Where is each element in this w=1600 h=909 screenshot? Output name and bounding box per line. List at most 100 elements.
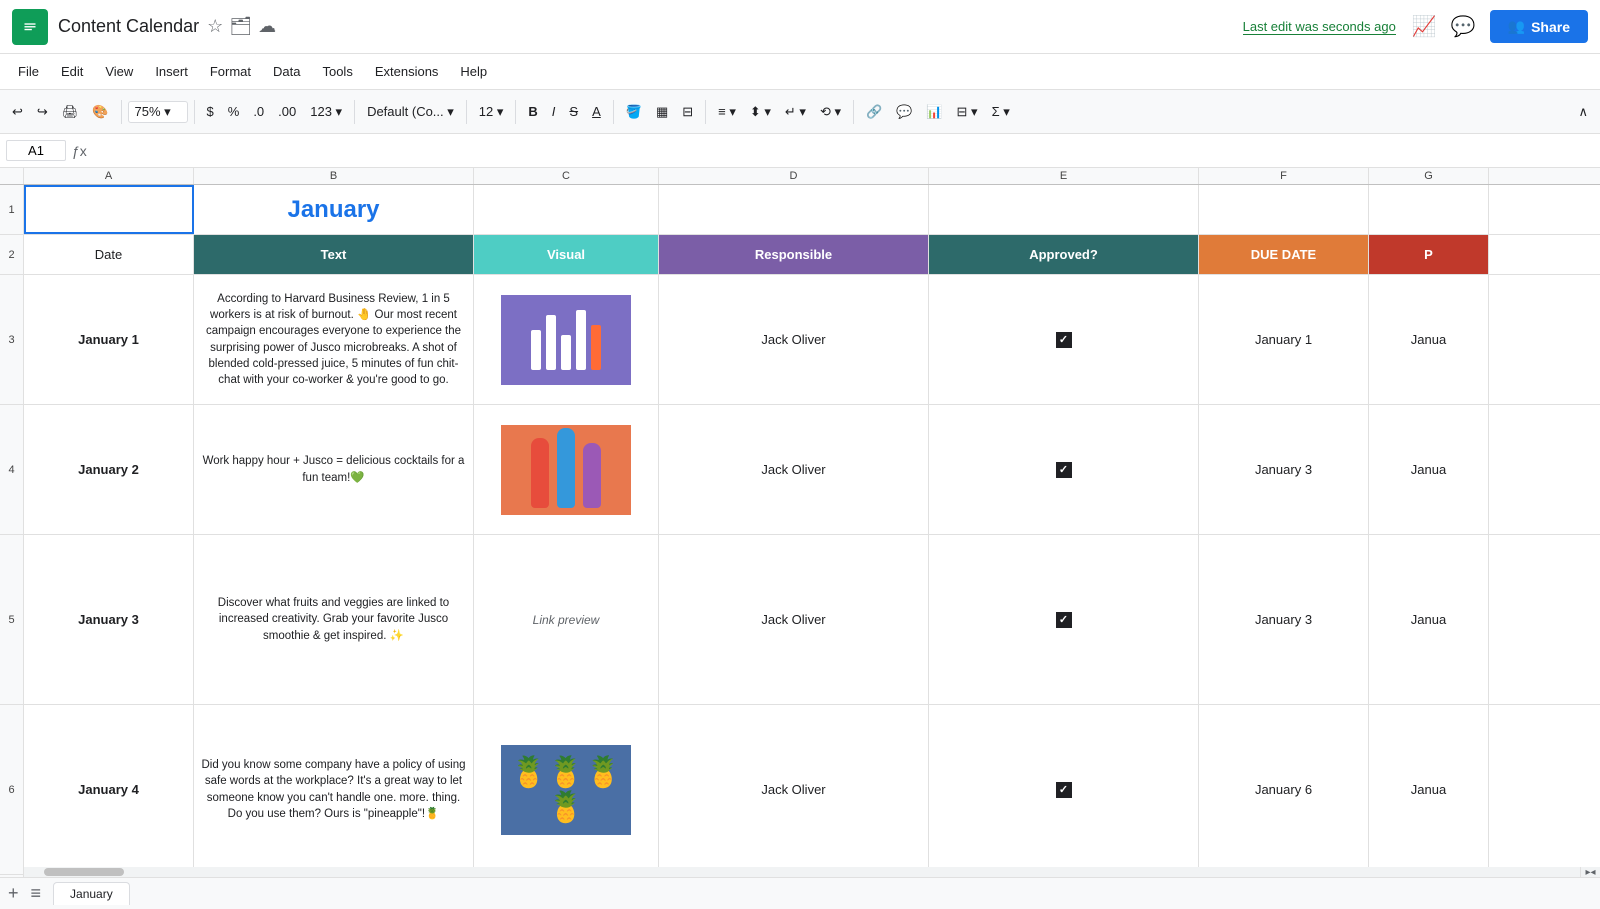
cell-f1[interactable] xyxy=(1199,185,1369,234)
col-header-g[interactable]: G xyxy=(1369,168,1489,184)
comment-button[interactable]: 💬 xyxy=(890,100,918,124)
cloud-icon[interactable]: ☁ xyxy=(258,16,276,37)
cell-reference[interactable]: A1 xyxy=(6,140,66,161)
cell-visual-jan1[interactable] xyxy=(474,275,659,404)
cell-duedate-jan1[interactable]: January 1 xyxy=(1199,275,1369,404)
italic-button[interactable]: I xyxy=(546,100,562,123)
zoom-control[interactable]: 75% ▾ xyxy=(128,101,188,123)
col-header-f[interactable]: F xyxy=(1199,168,1369,184)
cell-visual-jan4[interactable]: 🍍🍍🍍🍍 xyxy=(474,705,659,874)
decimal-dec-button[interactable]: .0 xyxy=(247,100,270,123)
menu-help[interactable]: Help xyxy=(450,60,497,83)
menu-extensions[interactable]: Extensions xyxy=(365,60,449,83)
hide-toolbar-button[interactable]: ∧ xyxy=(1572,100,1594,124)
strikethrough-button[interactable]: S xyxy=(563,100,584,123)
col-header-b[interactable]: B xyxy=(194,168,474,184)
cell-d1[interactable] xyxy=(659,185,929,234)
cell-c1[interactable] xyxy=(474,185,659,234)
currency-button[interactable]: $ xyxy=(201,100,220,123)
print-button[interactable]: 🖨 xyxy=(56,100,85,124)
cell-p-jan4[interactable]: Janua xyxy=(1369,705,1489,874)
col-header-c[interactable]: C xyxy=(474,168,659,184)
cell-visual-jan2[interactable] xyxy=(474,405,659,534)
cell-b1[interactable]: January xyxy=(194,185,474,234)
sheet-tab-1[interactable]: January xyxy=(53,882,130,905)
header-date[interactable]: Date xyxy=(24,235,194,274)
sheet-menu-button[interactable]: ≡ xyxy=(31,883,42,904)
menu-file[interactable]: File xyxy=(8,60,49,83)
chart-button[interactable]: 📊 xyxy=(920,100,948,124)
cell-approved-jan4[interactable] xyxy=(929,705,1199,874)
cell-g1[interactable] xyxy=(1369,185,1489,234)
merge-cells-button[interactable]: ⊟ xyxy=(676,100,699,124)
cell-text-jan3[interactable]: Discover what fruits and veggies are lin… xyxy=(194,535,474,704)
cell-responsible-jan1[interactable]: Jack Oliver xyxy=(659,275,929,404)
cell-responsible-jan4[interactable]: Jack Oliver xyxy=(659,705,929,874)
undo-button[interactable]: ↩ xyxy=(6,100,29,124)
decimal-inc-button[interactable]: .00 xyxy=(272,100,302,123)
cell-date-jan1[interactable]: January 1 xyxy=(24,275,194,404)
menu-insert[interactable]: Insert xyxy=(145,60,198,83)
header-duedate[interactable]: DUE DATE xyxy=(1199,235,1369,274)
format-123-button[interactable]: 123 ▾ xyxy=(304,100,348,124)
star-icon[interactable]: ☆ xyxy=(207,16,223,37)
checkbox-jan1[interactable] xyxy=(1056,332,1072,348)
filter-button[interactable]: ⊟ ▾ xyxy=(951,100,984,124)
cell-date-jan4[interactable]: January 4 xyxy=(24,705,194,874)
bold-button[interactable]: B xyxy=(522,100,543,123)
valign-button[interactable]: ⬍ ▾ xyxy=(744,100,777,124)
cell-text-jan4[interactable]: Did you know some company have a policy … xyxy=(194,705,474,874)
activity-icon[interactable]: 📈 xyxy=(1412,14,1437,39)
col-header-e[interactable]: E xyxy=(929,168,1199,184)
cell-approved-jan1[interactable] xyxy=(929,275,1199,404)
header-approved[interactable]: Approved? xyxy=(929,235,1199,274)
cell-p-jan2[interactable]: Janua xyxy=(1369,405,1489,534)
header-visual[interactable]: Visual xyxy=(474,235,659,274)
header-p[interactable]: P xyxy=(1369,235,1489,274)
cell-p-jan3[interactable]: Janua xyxy=(1369,535,1489,704)
menu-tools[interactable]: Tools xyxy=(312,60,362,83)
menu-format[interactable]: Format xyxy=(200,60,261,83)
col-header-d[interactable]: D xyxy=(659,168,929,184)
cell-p-jan1[interactable]: Janua xyxy=(1369,275,1489,404)
checkbox-jan2[interactable] xyxy=(1056,462,1072,478)
rotate-button[interactable]: ⟲ ▾ xyxy=(814,100,847,124)
cell-duedate-jan3[interactable]: January 3 xyxy=(1199,535,1369,704)
cell-approved-jan2[interactable] xyxy=(929,405,1199,534)
wrap-button[interactable]: ↵ ▾ xyxy=(779,100,812,124)
percent-button[interactable]: % xyxy=(222,100,246,123)
horizontal-scrollbar[interactable] xyxy=(24,867,1580,877)
menu-view[interactable]: View xyxy=(95,60,143,83)
scrollbar-thumb[interactable] xyxy=(44,868,124,876)
add-sheet-button[interactable]: + xyxy=(8,883,19,904)
cell-text-jan1[interactable]: According to Harvard Business Review, 1 … xyxy=(194,275,474,404)
font-size-selector[interactable]: 12 ▾ xyxy=(473,100,510,124)
cell-approved-jan3[interactable] xyxy=(929,535,1199,704)
paint-format-button[interactable]: 🎨 xyxy=(86,100,114,124)
cell-responsible-jan2[interactable]: Jack Oliver xyxy=(659,405,929,534)
function-button[interactable]: Σ ▾ xyxy=(986,100,1016,124)
borders-button[interactable]: ▦ xyxy=(650,100,674,124)
cell-responsible-jan3[interactable]: Jack Oliver xyxy=(659,535,929,704)
cell-visual-jan3[interactable]: Link preview xyxy=(474,535,659,704)
formula-input[interactable] xyxy=(93,143,1594,158)
font-selector[interactable]: Default (Co... ▾ xyxy=(361,100,460,124)
col-header-a[interactable]: A xyxy=(24,168,194,184)
redo-button[interactable]: ↪ xyxy=(31,100,54,124)
cell-duedate-jan2[interactable]: January 3 xyxy=(1199,405,1369,534)
comments-icon[interactable]: 💬 xyxy=(1451,14,1476,39)
cell-a1[interactable] xyxy=(24,185,194,234)
halign-button[interactable]: ≡ ▾ xyxy=(712,100,742,124)
cell-text-jan2[interactable]: Work happy hour + Jusco = delicious cock… xyxy=(194,405,474,534)
fill-color-button[interactable]: 🪣 xyxy=(620,100,648,124)
checkbox-jan4[interactable] xyxy=(1056,782,1072,798)
cell-date-jan3[interactable]: January 3 xyxy=(24,535,194,704)
menu-data[interactable]: Data xyxy=(263,60,310,83)
menu-edit[interactable]: Edit xyxy=(51,60,93,83)
folder-icon[interactable]: 🗂 xyxy=(229,16,252,37)
underline-button[interactable]: A xyxy=(586,100,607,123)
header-text[interactable]: Text xyxy=(194,235,474,274)
cell-duedate-jan4[interactable]: January 6 xyxy=(1199,705,1369,874)
share-button[interactable]: 👥 Share xyxy=(1490,10,1588,43)
link-button[interactable]: 🔗 xyxy=(860,100,888,124)
